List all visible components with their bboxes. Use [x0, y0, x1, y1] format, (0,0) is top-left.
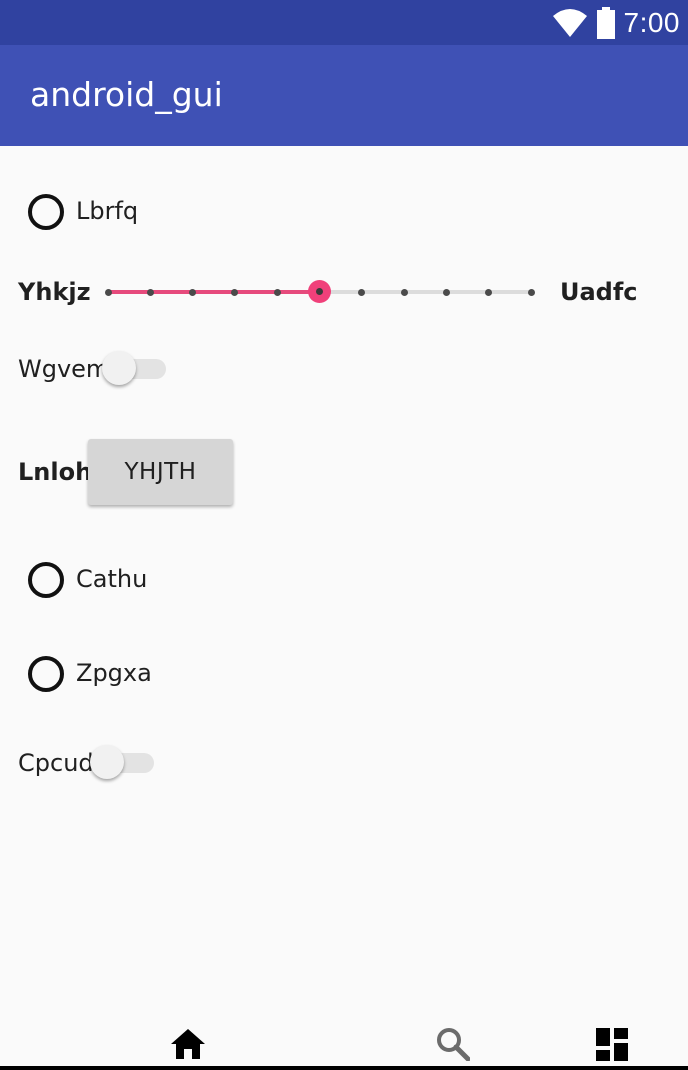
switch-thumb — [90, 745, 124, 779]
seekbar-progress — [108, 290, 320, 294]
seekbar-tick — [231, 288, 239, 296]
radio-zpgxa-label[interactable]: Zpgxa — [76, 659, 152, 687]
seekbar-tick — [527, 288, 535, 296]
app-bar: android_gui — [0, 45, 688, 146]
seekbar[interactable] — [100, 272, 540, 312]
seekbar-tick — [485, 288, 493, 296]
search-icon[interactable] — [436, 1027, 470, 1061]
seekbar-tick — [104, 288, 112, 296]
seekbar-left-label: Yhkjz — [18, 278, 91, 306]
status-bar: 7:00 — [0, 0, 688, 45]
bottom-navigation — [0, 1020, 688, 1070]
radio-zpgxa[interactable] — [28, 656, 64, 692]
battery-icon — [596, 7, 615, 39]
switch-cpcud-label: Cpcud — [18, 749, 94, 777]
seekbar-tick — [146, 288, 154, 296]
switch-cpcud[interactable] — [90, 745, 156, 781]
seekbar-thumb[interactable] — [308, 280, 331, 303]
switch-thumb — [102, 351, 136, 385]
radio-lbrfq-label[interactable]: Lbrfq — [76, 197, 138, 225]
dashboard-icon[interactable] — [595, 1027, 629, 1061]
seekbar-tick — [273, 288, 281, 296]
wifi-icon — [552, 9, 587, 37]
home-icon[interactable] — [170, 1028, 206, 1060]
status-time: 7:00 — [623, 7, 680, 38]
status-icons: 7:00 — [552, 6, 681, 40]
button-row-label: Lnloh — [18, 458, 93, 486]
switch-wgvem[interactable] — [102, 351, 168, 387]
seekbar-tick — [189, 288, 197, 296]
radio-lbrfq[interactable] — [28, 194, 64, 230]
seekbar-tick — [358, 288, 366, 296]
radio-cathu[interactable] — [28, 562, 64, 598]
switch-wgvem-label: Wgvem — [18, 355, 110, 383]
app-title: android_gui — [30, 75, 223, 114]
seekbar-right-label: Uadfc — [560, 278, 638, 306]
seekbar-tick — [442, 288, 450, 296]
bottom-edge — [0, 1066, 688, 1070]
radio-cathu-label[interactable]: Cathu — [76, 565, 147, 593]
seekbar-tick — [400, 288, 408, 296]
yhjth-button[interactable]: YHJTH — [88, 439, 233, 505]
